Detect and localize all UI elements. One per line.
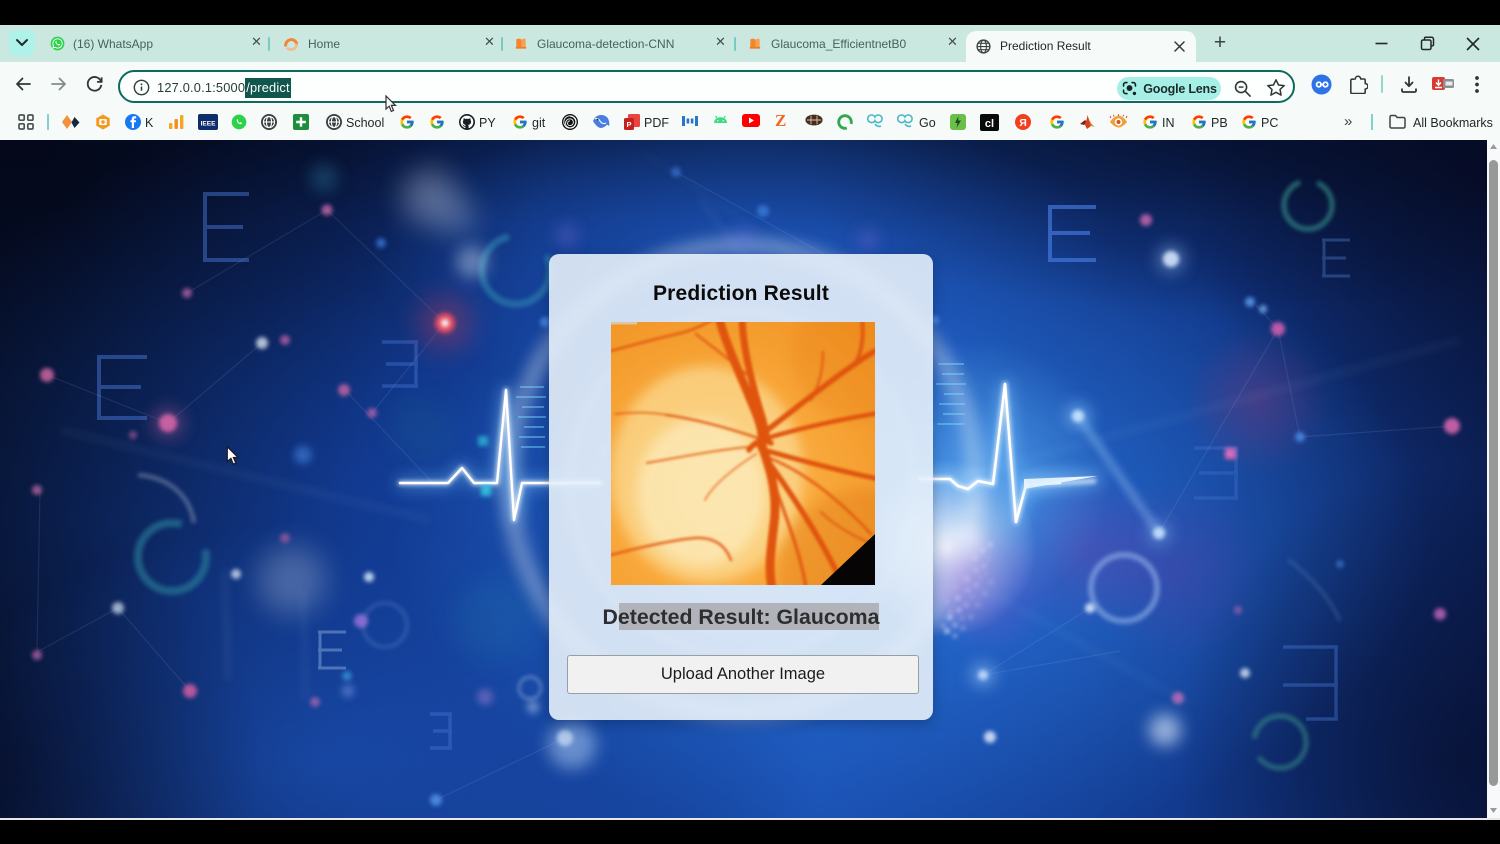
svg-text:IEEE: IEEE — [201, 121, 216, 128]
svg-text:P: P — [626, 120, 631, 129]
svg-text:cl: cl — [985, 118, 994, 130]
svg-text:Я: Я — [1019, 117, 1027, 129]
